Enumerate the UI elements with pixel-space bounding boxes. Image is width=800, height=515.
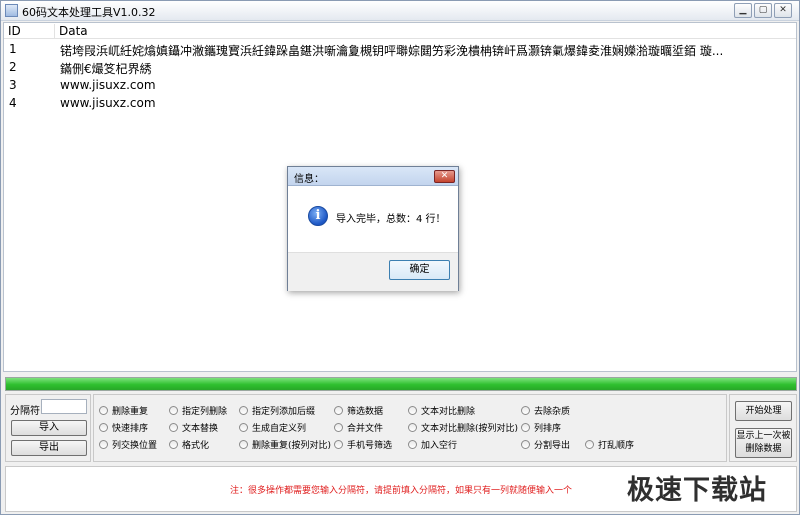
minimize-button[interactable]: ▁ <box>734 3 752 18</box>
option-filter-data[interactable]: 筛选数据 <box>334 406 383 420</box>
row-data: www.jisuxz.com <box>60 78 156 92</box>
option-text-compare-delete[interactable]: 文本对比删除 <box>408 406 475 420</box>
info-dialog: 信息： ✕ i 导入完毕，总数：4 行！ 确定 <box>287 166 459 291</box>
radio-button[interactable] <box>408 440 417 449</box>
app-window: 60码文本处理工具V1.0.32 ▁ ▢ ✕ ID Data 1 锘垮叚浜屼紝姹… <box>0 0 800 515</box>
option-add-blank-lines[interactable]: 加入空行 <box>408 440 457 454</box>
dialog-close-button[interactable]: ✕ <box>434 170 455 183</box>
row-id: 4 <box>9 96 17 110</box>
radio-button[interactable] <box>169 440 178 449</box>
option-add-suffix[interactable]: 指定列添加后缀 <box>239 406 315 420</box>
radio-button[interactable] <box>99 406 108 415</box>
dialog-title-bar: 信息： ✕ <box>288 167 458 186</box>
show-last-deleted-button[interactable]: 显示上一次被 删除数据 <box>735 428 792 458</box>
maximize-button[interactable]: ▢ <box>754 3 772 18</box>
option-quick-sort[interactable]: 快速排序 <box>99 423 148 437</box>
show-last-deleted-line1: 显示上一次被 <box>736 431 791 441</box>
option-format[interactable]: 格式化 <box>169 440 209 454</box>
radio-button[interactable] <box>408 423 417 432</box>
row-data: www.jisuxz.com <box>60 96 156 110</box>
io-panel: 分隔符 导入 导出 <box>5 394 91 462</box>
option-split-export[interactable]: 分割导出 <box>521 440 570 454</box>
show-last-deleted-line2: 删除数据 <box>745 444 782 454</box>
grid-header: ID Data <box>4 23 796 39</box>
progress-bar <box>5 377 797 391</box>
separator-input[interactable] <box>41 399 87 414</box>
radio-button[interactable] <box>169 423 178 432</box>
table-row[interactable]: 1 锘垮叚浜屼紝姹熻嫃鑷冲潎鑴瑰寳浜紝鍏跺畠鍖洪噺瀹夐槻钥呯壣婃閮竻彩浼樻柟锛屽… <box>4 40 796 58</box>
separator-label: 分隔符 <box>10 406 40 417</box>
option-text-compare-delete-by-column[interactable]: 文本对比删除(按列对比) <box>408 423 518 437</box>
radio-button[interactable] <box>521 423 530 432</box>
row-id: 3 <box>9 78 17 92</box>
radio-button[interactable] <box>334 440 343 449</box>
option-swap-columns[interactable]: 列交换位置 <box>99 440 157 454</box>
table-row[interactable]: 4 www.jisuxz.com <box>4 94 796 112</box>
option-delete-column[interactable]: 指定列删除 <box>169 406 227 420</box>
radio-button[interactable] <box>239 423 248 432</box>
radio-button[interactable] <box>334 423 343 432</box>
export-button[interactable]: 导出 <box>11 440 87 456</box>
option-shuffle[interactable]: 打乱顺序 <box>585 440 634 454</box>
table-row[interactable]: 2 鏋侀€熶笅杞界綉 <box>4 58 796 76</box>
radio-button[interactable] <box>99 423 108 432</box>
radio-button[interactable] <box>521 440 530 449</box>
row-id: 2 <box>9 60 17 74</box>
progress-fill <box>6 378 796 390</box>
column-header-data[interactable]: Data <box>59 24 88 38</box>
row-data: 锘垮叚浜屼紝姹熻嫃鑷冲潎鑴瑰寳浜紝鍏跺畠鍖洪噺瀹夐槻钥呯壣婃閮竻彩浼樻柟锛屽爲灏… <box>60 44 724 58</box>
start-processing-button[interactable]: 开始处理 <box>735 401 792 421</box>
option-phone-filter[interactable]: 手机号筛选 <box>334 440 392 454</box>
radio-button[interactable] <box>169 406 178 415</box>
import-button[interactable]: 导入 <box>11 420 87 436</box>
option-merge-files[interactable]: 合并文件 <box>334 423 383 437</box>
close-button[interactable]: ✕ <box>774 3 792 18</box>
radio-button[interactable] <box>334 406 343 415</box>
option-remove-impurities[interactable]: 去除杂质 <box>521 406 570 420</box>
site-watermark: 极速下载站 <box>627 475 767 506</box>
option-remove-duplicates-by-column[interactable]: 删除重复(按列对比) <box>239 440 331 454</box>
app-icon <box>5 4 18 17</box>
dialog-message: 导入完毕，总数：4 行！ <box>336 214 446 225</box>
radio-button[interactable] <box>408 406 417 415</box>
column-divider[interactable] <box>54 24 55 38</box>
action-panel: 开始处理 显示上一次被 删除数据 <box>729 394 797 462</box>
option-remove-duplicates[interactable]: 删除重复 <box>99 406 148 420</box>
dialog-footer: 确定 <box>288 252 458 291</box>
row-data: 鏋侀€熶笅杞界綉 <box>60 62 152 76</box>
radio-button[interactable] <box>239 406 248 415</box>
title-bar: 60码文本处理工具V1.0.32 ▁ ▢ ✕ <box>1 1 799 21</box>
ok-button[interactable]: 确定 <box>389 260 450 280</box>
radio-button[interactable] <box>99 440 108 449</box>
radio-button[interactable] <box>521 406 530 415</box>
option-column-sort[interactable]: 列排序 <box>521 423 561 437</box>
option-custom-column[interactable]: 生成自定义列 <box>239 423 306 437</box>
radio-button[interactable] <box>239 440 248 449</box>
operation-options: 删除重复 指定列删除 指定列添加后缀 筛选数据 文本对比删除 去除杂质 快速排序… <box>93 394 727 462</box>
radio-button[interactable] <box>585 440 594 449</box>
dialog-title: 信息： <box>294 174 324 185</box>
option-text-replace[interactable]: 文本替换 <box>169 423 218 437</box>
window-title: 60码文本处理工具V1.0.32 <box>22 6 156 19</box>
info-icon: i <box>308 206 328 226</box>
column-header-id[interactable]: ID <box>8 24 21 38</box>
row-id: 1 <box>9 42 17 56</box>
table-row[interactable]: 3 www.jisuxz.com <box>4 76 796 94</box>
